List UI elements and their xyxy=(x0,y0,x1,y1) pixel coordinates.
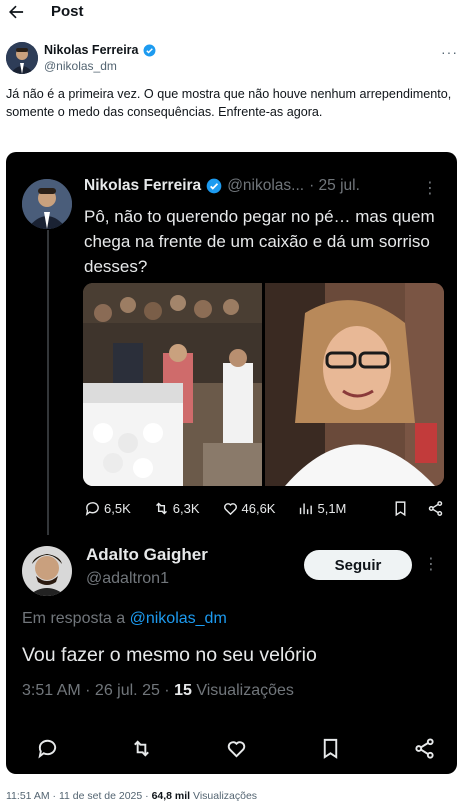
top-bar: Post xyxy=(0,0,470,28)
quoted-reposts-count: 6,3K xyxy=(172,500,200,516)
views-icon xyxy=(300,503,313,514)
quoted-extra-actions xyxy=(392,500,444,517)
in-reply-prefix: Em resposta a xyxy=(22,610,126,627)
quoted-replies-count: 6,5K xyxy=(104,500,131,516)
follow-button: Seguir xyxy=(304,550,412,580)
in-reply-to: Em resposta a @nikolas_dm xyxy=(22,610,227,628)
reply-meta: 3:51 AM · 26 jul. 25 · 15 Visualizações xyxy=(22,682,294,700)
author-name[interactable]: Nikolas Ferreira xyxy=(44,43,156,57)
avatar[interactable] xyxy=(6,42,38,74)
page-title: Post xyxy=(51,3,84,20)
post-time: 11:51 AM xyxy=(6,790,50,802)
bookmark-icon xyxy=(323,738,337,759)
repost-icon xyxy=(155,502,167,514)
quoted-author-handle: @nikolas... xyxy=(227,177,305,194)
in-reply-handle: @nikolas_dm xyxy=(129,610,227,627)
reply-timestamp: 3:51 AM · 26 jul. 25 · xyxy=(22,682,170,699)
post-views-label: Visualizações xyxy=(193,790,258,802)
funeral-photo xyxy=(83,283,262,486)
reply-actions xyxy=(36,735,436,761)
thread-line xyxy=(47,230,49,535)
reply-icon xyxy=(38,739,57,758)
quoted-likes: 46,6K xyxy=(222,500,276,517)
quoted-actions: 6,5K 6,3K 46,6K 5,1M xyxy=(84,497,444,519)
share-icon xyxy=(428,500,443,516)
quoted-header: Nikolas Ferreira @nikolas... · 25 jul. xyxy=(84,177,360,195)
quoted-media xyxy=(83,283,444,486)
author-handle[interactable]: @nikolas_dm xyxy=(44,59,117,73)
reply-views-label: Visualizações xyxy=(196,682,294,699)
reply-views-count: 15 xyxy=(174,682,192,699)
reply-more-icon: ⋮ xyxy=(423,556,439,573)
reply-avatar xyxy=(22,546,72,596)
like-icon xyxy=(223,502,237,515)
quoted-views: 5,1M xyxy=(297,500,346,517)
post-date: 11 de set de 2025 xyxy=(58,790,143,802)
quoted-replies: 6,5K xyxy=(84,500,131,517)
reply-author-handle: @adaltron1 xyxy=(86,570,169,587)
reply-icon xyxy=(85,501,99,516)
quoted-text: Pô, não to querendo pegar no pé… mas que… xyxy=(84,207,435,276)
post-text: Já não é a primeira vez. O que mostra qu… xyxy=(6,87,452,119)
quoted-views-count: 5,1M xyxy=(317,500,347,516)
repost-icon xyxy=(134,739,150,757)
back-arrow-icon[interactable] xyxy=(6,2,26,22)
quoted-date: · 25 jul. xyxy=(309,177,360,194)
quoted-more-icon: ⋮ xyxy=(422,180,439,197)
quoted-reposts: 6,3K xyxy=(153,500,200,517)
like-icon xyxy=(227,740,245,758)
embedded-screenshot[interactable]: Nikolas Ferreira @nikolas... · 25 jul. ⋮… xyxy=(6,152,457,774)
smiling-woman-photo xyxy=(265,283,444,486)
post-views-count: 64,8 mil xyxy=(151,790,191,802)
author-name-text: Nikolas Ferreira xyxy=(44,43,139,57)
share-icon xyxy=(415,737,434,759)
reply-text: Vou fazer o mesmo no seu velório xyxy=(22,644,317,666)
quoted-author-name: Nikolas Ferreira xyxy=(84,177,202,194)
post-metadata: 11:51 AM · 11 de set de 2025 · 64,8 mil … xyxy=(6,790,258,802)
verified-badge-icon xyxy=(206,178,222,194)
quoted-avatar xyxy=(22,179,72,229)
verified-badge-icon xyxy=(143,44,155,56)
more-options-icon[interactable]: ··· xyxy=(441,44,458,60)
bookmark-icon xyxy=(395,500,406,516)
quoted-likes-count: 46,6K xyxy=(241,500,276,516)
reply-author-name: Adalto Gaigher xyxy=(86,545,208,564)
post-author: Nikolas Ferreira @nikolas_dm ··· xyxy=(6,42,464,76)
